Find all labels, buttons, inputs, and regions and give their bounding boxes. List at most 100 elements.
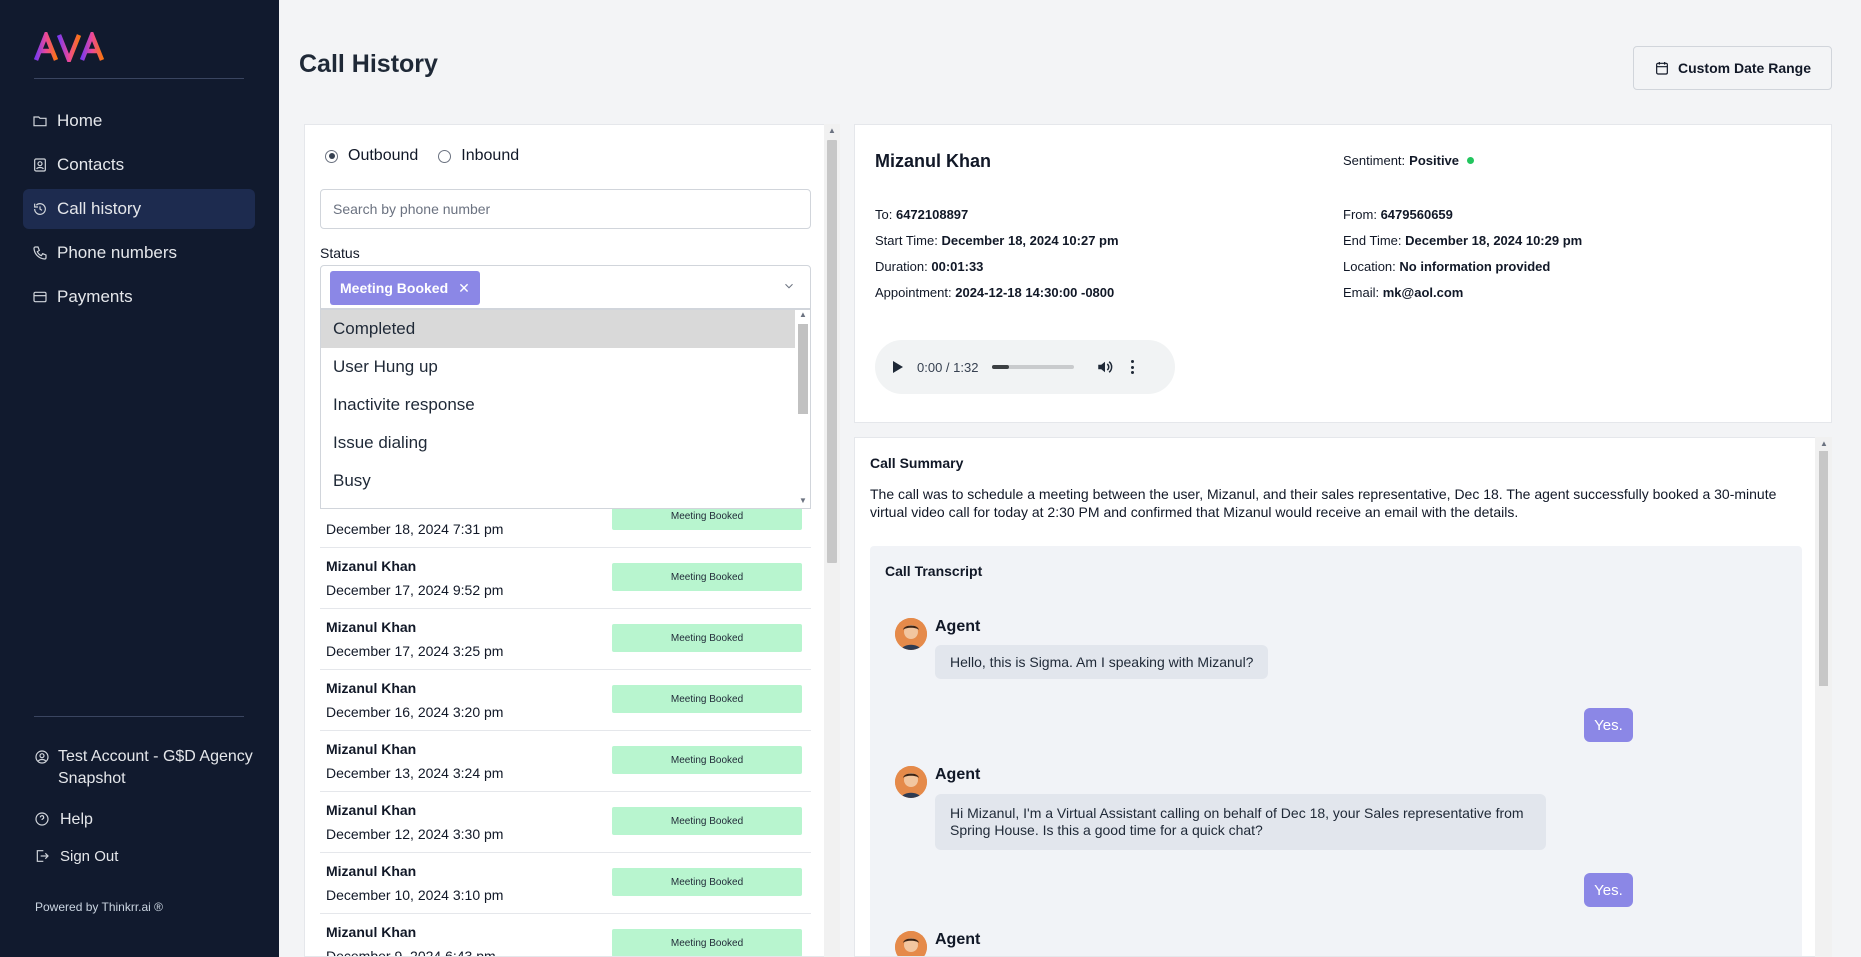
- list-item[interactable]: Mizanul Khan December 16, 2024 3:20 pm M…: [320, 670, 811, 731]
- email-field: Email: mk@aol.com: [1343, 285, 1464, 300]
- sentiment-label: Sentiment:: [1343, 153, 1406, 168]
- agent-avatar: [895, 618, 927, 650]
- status-option[interactable]: User Hung up: [321, 348, 795, 386]
- call-date: December 13, 2024 3:24 pm: [326, 765, 504, 781]
- powered-by: Powered by Thinkrr.ai ®: [35, 900, 164, 914]
- custom-date-range-label: Custom Date Range: [1677, 60, 1812, 76]
- caller-name: Mizanul Khan: [326, 558, 417, 574]
- sidebar-item-phone-numbers[interactable]: Phone numbers: [23, 233, 255, 273]
- sidebar-item-payments[interactable]: Payments: [23, 277, 255, 317]
- agent-message: Hello, this is Sigma. Am I speaking with…: [935, 645, 1269, 679]
- chevron-down-icon[interactable]: [782, 279, 796, 293]
- status-option[interactable]: Issue dialing: [321, 424, 795, 462]
- appointment-field: Appointment: 2024-12-18 14:30:00 -0800: [875, 285, 1115, 300]
- call-summary-card: Call Summary The call was to schedule a …: [854, 437, 1832, 957]
- summary-text: The call was to schedule a meeting betwe…: [870, 486, 1777, 520]
- call-date: December 17, 2024 3:25 pm: [326, 643, 504, 659]
- status-option[interactable]: Busy: [321, 462, 795, 500]
- status-badge: Meeting Booked: [612, 868, 802, 896]
- inbound-radio[interactable]: [438, 149, 452, 163]
- help-icon: [34, 811, 52, 832]
- more-options-icon[interactable]: [1124, 358, 1140, 376]
- list-item[interactable]: Mizanul Khan December 13, 2024 3:24 pm M…: [320, 731, 811, 792]
- call-list-scroll-thumb[interactable]: [827, 140, 837, 563]
- status-dropdown: Completed User Hung up Inactivite respon…: [320, 309, 811, 509]
- account-switcher[interactable]: Test Account - G$D Agency Snapshot: [34, 746, 254, 790]
- audio-seek-slider[interactable]: [992, 365, 1075, 369]
- duration-field: Duration: 00:01:33: [875, 259, 984, 274]
- folder-icon: [31, 112, 49, 130]
- sidebar-item-home[interactable]: Home: [23, 101, 255, 141]
- agent-message: Hi Mizanul, I'm a Virtual Assistant call…: [935, 794, 1546, 850]
- agent-avatar: [895, 766, 927, 798]
- end-time-field: End Time: December 18, 2024 10:29 pm: [1343, 233, 1583, 248]
- audio-progress: [992, 365, 1009, 369]
- transcript-title: Call Transcript: [885, 563, 983, 579]
- sidebar-item-contacts[interactable]: Contacts: [23, 145, 255, 185]
- status-badge: Meeting Booked: [612, 929, 802, 956]
- caller-name: Mizanul Khan: [326, 680, 417, 696]
- inbound-label: Inbound: [461, 147, 520, 164]
- outbound-radio[interactable]: [325, 149, 338, 163]
- call-date: December 16, 2024 3:20 pm: [326, 704, 504, 720]
- account-name: Test Account - G$D Agency Snapshot: [58, 748, 253, 787]
- outbound-label: Outbound: [348, 147, 419, 164]
- call-date: December 9, 2024 6:43 pm: [326, 948, 496, 957]
- caller-name: Mizanul Khan: [326, 741, 417, 757]
- audio-player: 0:00 / 1:32: [875, 340, 1175, 394]
- start-time-field: Start Time: December 18, 2024 10:27 pm: [875, 233, 1119, 248]
- dropdown-scroll-thumb[interactable]: [798, 324, 808, 414]
- sidebar-item-label: Payments: [57, 287, 133, 306]
- scroll-up-icon[interactable]: ▲: [799, 310, 807, 319]
- list-item[interactable]: Mizanul Khan December 17, 2024 9:52 pm M…: [320, 548, 811, 609]
- scroll-up-icon[interactable]: ▲: [828, 126, 836, 135]
- caller-name: Mizanul Khan: [326, 802, 417, 818]
- summary-scroll-thumb[interactable]: [1819, 451, 1828, 686]
- call-list-scrollbar[interactable]: ▲: [824, 124, 840, 957]
- user-message: Yes.: [1584, 708, 1633, 742]
- page-title: Call History: [299, 50, 438, 78]
- sentiment-value: Positive: [1409, 153, 1460, 168]
- summary-scrollbar[interactable]: ▲: [1815, 437, 1832, 957]
- custom-date-range-button[interactable]: Custom Date Range: [1633, 46, 1832, 90]
- call-list: December 18, 2024 7:31 pm Meeting Booked…: [320, 487, 811, 957]
- sidebar-item-call-history[interactable]: Call history: [23, 189, 255, 229]
- volume-icon[interactable]: [1096, 358, 1114, 376]
- contacts-icon: [31, 156, 49, 174]
- call-detail-card: Mizanul Khan Sentiment: Positive To: 647…: [854, 124, 1832, 423]
- help-link[interactable]: Help: [34, 808, 93, 832]
- sidebar-divider: [34, 78, 244, 79]
- status-option[interactable]: Inactivite response: [321, 386, 795, 424]
- history-icon: [31, 200, 49, 218]
- list-item[interactable]: Mizanul Khan December 17, 2024 3:25 pm M…: [320, 609, 811, 670]
- phone-icon: [31, 244, 49, 262]
- scroll-up-icon[interactable]: ▲: [1820, 439, 1828, 448]
- list-item[interactable]: Mizanul Khan December 10, 2024 3:10 pm M…: [320, 853, 811, 914]
- status-badge: Meeting Booked: [612, 746, 802, 774]
- status-option[interactable]: Completed: [321, 310, 795, 348]
- dropdown-scrollbar[interactable]: ▲ ▼: [796, 310, 810, 508]
- list-item[interactable]: Mizanul Khan December 9, 2024 6:43 pm Me…: [320, 914, 811, 957]
- status-badge: Meeting Booked: [612, 685, 802, 713]
- scroll-down-icon[interactable]: ▼: [799, 496, 807, 505]
- direction-filter: Outbound Inbound: [325, 147, 519, 165]
- help-label: Help: [60, 811, 93, 828]
- sidebar-item-label: Home: [57, 111, 103, 130]
- to-field: To: 6472108897: [875, 207, 969, 222]
- user-circle-icon: [34, 749, 50, 790]
- caller-name: Mizanul Khan: [326, 924, 417, 940]
- list-item[interactable]: Mizanul Khan December 12, 2024 3:30 pm M…: [320, 792, 811, 853]
- agent-label: Agent: [935, 931, 981, 948]
- call-date: December 18, 2024 7:31 pm: [326, 521, 504, 537]
- status-badge: Meeting Booked: [612, 563, 802, 591]
- call-date: December 17, 2024 9:52 pm: [326, 582, 504, 598]
- status-badge: Meeting Booked: [612, 807, 802, 835]
- remove-chip-icon[interactable]: ✕: [458, 280, 470, 297]
- sign-out-link[interactable]: Sign Out: [34, 845, 118, 868]
- status-chip: Meeting Booked ✕: [330, 271, 480, 305]
- search-input[interactable]: [320, 189, 811, 229]
- caller-name: Mizanul Khan: [326, 619, 417, 635]
- call-date: December 12, 2024 3:30 pm: [326, 826, 504, 842]
- play-icon[interactable]: [893, 361, 903, 373]
- status-select[interactable]: Meeting Booked ✕: [320, 265, 811, 309]
